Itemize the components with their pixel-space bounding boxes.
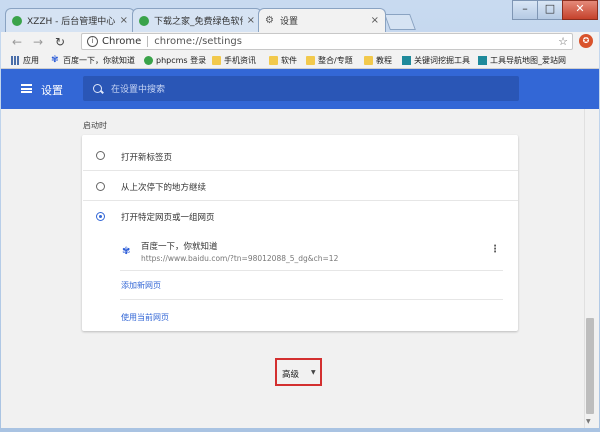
- tab-title: XZZH - 后台管理中心: [27, 17, 116, 27]
- bookmark-label: 工具导航地图_爱站网: [490, 55, 566, 65]
- bookmark-apps[interactable]: 应用: [11, 54, 39, 66]
- bookmark-folder-phone-news[interactable]: 手机资讯: [212, 54, 256, 66]
- scheme-label: Chrome: [102, 36, 142, 47]
- apps-grid-icon: [11, 55, 20, 65]
- window-close-button[interactable]: ✕: [562, 0, 598, 20]
- back-arrow-icon[interactable]: ←: [9, 34, 25, 50]
- bookmark-label: 百度一下，你就知道: [63, 55, 135, 65]
- toolbar: ← → ↻ i Chrome chrome://settings ☆ ✪: [1, 32, 599, 52]
- address-bar[interactable]: i Chrome chrome://settings ☆: [81, 33, 573, 50]
- tab-settings[interactable]: ⚙ 设置 ×: [258, 8, 386, 32]
- divider: [120, 299, 503, 300]
- minimize-button[interactable]: –: [512, 0, 538, 20]
- divider: [147, 36, 149, 47]
- radio-specific-pages[interactable]: [96, 212, 105, 221]
- bookmark-phpcms[interactable]: phpcms 登录: [144, 54, 206, 66]
- divider: [120, 270, 503, 271]
- maximize-button[interactable]: □: [537, 0, 563, 20]
- new-tab-button[interactable]: [384, 14, 416, 30]
- bookmark-label: 教程: [376, 55, 392, 65]
- use-current-pages-link[interactable]: 使用当前网页: [121, 312, 169, 323]
- page-title: 设置: [41, 84, 63, 97]
- bookmark-aizhan[interactable]: 工具导航地图_爱站网: [478, 54, 566, 66]
- gear-icon: ⚙: [265, 14, 274, 26]
- folder-icon: [269, 55, 278, 65]
- tab-xzzh[interactable]: XZZH - 后台管理中心 ×: [5, 8, 135, 32]
- startup-card: [82, 135, 518, 331]
- startup-page-name: 百度一下，你就知道: [141, 242, 218, 252]
- tab-title: 设置: [280, 17, 299, 27]
- bookmark-label: phpcms 登录: [156, 55, 207, 65]
- settings-header: 设置 在设置中搜索: [1, 69, 599, 109]
- url-text[interactable]: chrome://settings: [154, 36, 242, 47]
- section-label-startup: 启动时: [83, 121, 107, 130]
- site-icon: [139, 15, 149, 26]
- close-icon[interactable]: ×: [247, 15, 255, 26]
- chevron-down-icon: ▼: [311, 369, 316, 376]
- scrollbar-thumb[interactable]: [586, 318, 594, 414]
- info-icon[interactable]: i: [87, 36, 98, 47]
- option-specific-pages-label[interactable]: 打开特定网页或一组网页: [121, 211, 215, 223]
- tab-strip: XZZH - 后台管理中心 × 下载之家_免费绿色软件 × ⚙ 设置 × – □…: [0, 0, 600, 32]
- bookmark-keyword-tool[interactable]: 关键词挖掘工具: [402, 54, 470, 66]
- close-icon[interactable]: ×: [120, 15, 128, 26]
- bookmark-folder-topics[interactable]: 整合/专题: [306, 54, 353, 66]
- baidu-paw-icon: ✾: [122, 246, 131, 257]
- radio-continue[interactable]: [96, 182, 105, 191]
- folder-icon: [306, 55, 315, 65]
- reload-icon[interactable]: ↻: [52, 34, 68, 50]
- folder-icon: [212, 55, 221, 65]
- more-vert-icon[interactable]: ⋮: [490, 244, 500, 255]
- forward-arrow-icon[interactable]: →: [30, 34, 46, 50]
- close-icon[interactable]: ×: [371, 15, 379, 26]
- advanced-label: 高级: [282, 370, 300, 380]
- tab-xiazaizhijia[interactable]: 下载之家_免费绿色软件 ×: [132, 8, 262, 32]
- search-placeholder: 在设置中搜索: [111, 85, 166, 95]
- bookmark-label: 手机资讯: [224, 55, 256, 65]
- radio-new-tab[interactable]: [96, 151, 105, 160]
- site-icon: [144, 55, 153, 65]
- scroll-down-icon[interactable]: ▼: [586, 418, 591, 425]
- add-page-link[interactable]: 添加新网页: [121, 280, 161, 291]
- bookmark-folder-software[interactable]: 软件: [269, 54, 297, 66]
- folder-icon: [364, 55, 373, 65]
- option-new-tab-label[interactable]: 打开新标签页: [121, 151, 172, 163]
- divider: [83, 170, 518, 171]
- site-icon: [478, 55, 487, 65]
- tab-title: 下载之家_免费绿色软件: [154, 17, 243, 27]
- site-icon: [12, 15, 22, 26]
- option-continue-label[interactable]: 从上次停下的地方继续: [121, 181, 206, 193]
- site-icon: [402, 55, 411, 65]
- menu-icon[interactable]: [21, 84, 32, 93]
- bookmark-star-icon[interactable]: ☆: [558, 35, 568, 48]
- startup-page-url: https://www.baidu.com/?tn=98012088_5_dg&…: [141, 254, 339, 263]
- extension-icon[interactable]: ✪: [579, 34, 593, 48]
- divider: [83, 200, 518, 201]
- settings-search-input[interactable]: 在设置中搜索: [83, 76, 519, 101]
- bookmarks-bar: 应用 ✾ 百度一下，你就知道 phpcms 登录 手机资讯 软件 整合/专题 教…: [1, 52, 599, 69]
- bookmark-label: 整合/专题: [318, 55, 353, 65]
- bookmark-label: 软件: [281, 55, 297, 65]
- baidu-paw-icon: ✾: [51, 54, 59, 65]
- search-icon: [93, 84, 102, 93]
- bookmark-label: 关键词挖掘工具: [414, 55, 470, 65]
- bookmark-label: 应用: [23, 55, 39, 65]
- bookmark-folder-tutorials[interactable]: 教程: [364, 54, 392, 66]
- bookmark-baidu[interactable]: ✾ 百度一下，你就知道: [51, 54, 135, 66]
